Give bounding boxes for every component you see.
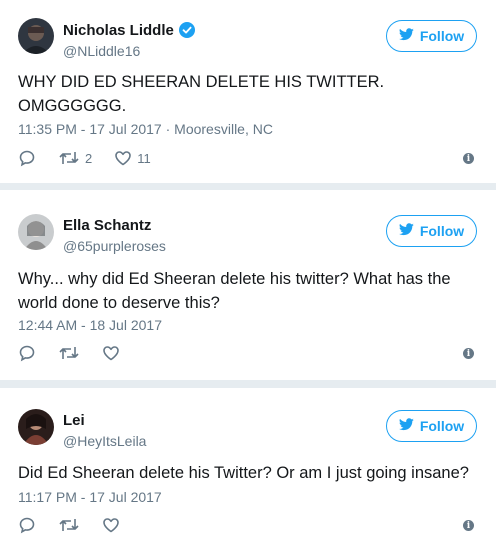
reply-button[interactable]: [18, 516, 36, 534]
tweet-text: Why... why did Ed Sheeran delete his twi…: [18, 270, 451, 312]
follow-button[interactable]: Follow: [386, 215, 477, 247]
twitter-bird-icon: [398, 28, 414, 44]
user-handle[interactable]: @65purpleroses: [63, 238, 166, 254]
like-count: 11: [137, 150, 151, 166]
twitter-bird-icon: [398, 418, 414, 434]
follow-label: Follow: [419, 223, 465, 239]
follow-button[interactable]: Follow: [386, 410, 477, 442]
reply-icon: [19, 345, 35, 362]
tweet-actions: 2 11: [18, 148, 173, 168]
retweet-icon: [59, 152, 79, 164]
info-icon[interactable]: i: [463, 153, 474, 164]
like-icon: [103, 518, 119, 533]
tweet-text: Did Ed Sheeran delete his Twitter? Or am…: [18, 464, 469, 482]
reply-icon: [19, 150, 35, 167]
twitter-bird-icon: [398, 223, 414, 239]
user-name[interactable]: Lei: [63, 412, 85, 429]
avatar-image: [18, 214, 54, 250]
retweet-button[interactable]: [58, 516, 80, 534]
tweet-card: Ella Schantz @65purpleroses Follow Why..…: [0, 190, 496, 380]
follow-label: Follow: [419, 28, 465, 44]
tweet-text: WHY DID ED SHEERAN DELETE HIS TWITTER. O…: [18, 73, 385, 115]
user-name[interactable]: Nicholas Liddle: [63, 22, 195, 42]
retweet-count: 2: [85, 150, 93, 166]
retweet-icon: [59, 519, 79, 531]
user-handle[interactable]: @NLiddle16: [63, 43, 140, 59]
reply-button[interactable]: [18, 149, 36, 167]
retweet-button[interactable]: [58, 344, 80, 362]
like-icon: [115, 151, 132, 166]
reply-icon: [19, 517, 35, 534]
follow-button[interactable]: Follow: [386, 20, 477, 52]
avatar[interactable]: [18, 18, 54, 54]
like-button[interactable]: 11: [114, 149, 151, 167]
avatar-image: [18, 18, 54, 54]
tweet-timestamp[interactable]: 11:35 PM - 17 Jul 2017 · Mooresville, NC: [18, 121, 273, 137]
avatar[interactable]: [18, 214, 54, 250]
tweet-actions: [18, 343, 142, 363]
info-icon[interactable]: i: [463, 520, 474, 531]
reply-button[interactable]: [18, 344, 36, 362]
follow-label: Follow: [419, 418, 465, 434]
avatar[interactable]: [18, 409, 54, 445]
tweet-timestamp[interactable]: 11:17 PM - 17 Jul 2017: [18, 489, 162, 505]
user-name[interactable]: Ella Schantz: [63, 217, 151, 234]
tweet-card: Lei @HeyItsLeila Follow Did Ed Sheeran d…: [0, 388, 496, 549]
tweet-card: Nicholas Liddle @NLiddle16 Follow WHY DI…: [0, 0, 496, 183]
retweet-icon: [59, 347, 79, 359]
tweet-timestamp[interactable]: 12:44 AM - 18 Jul 2017: [18, 317, 162, 333]
info-icon[interactable]: i: [463, 348, 474, 359]
like-button[interactable]: [102, 344, 120, 362]
retweet-button[interactable]: 2: [58, 149, 92, 167]
user-handle[interactable]: @HeyItsLeila: [63, 433, 146, 449]
like-icon: [103, 346, 119, 361]
like-button[interactable]: [102, 516, 120, 534]
verified-badge-icon: [178, 22, 195, 42]
tweet-actions: [18, 515, 142, 535]
avatar-image: [18, 409, 54, 445]
